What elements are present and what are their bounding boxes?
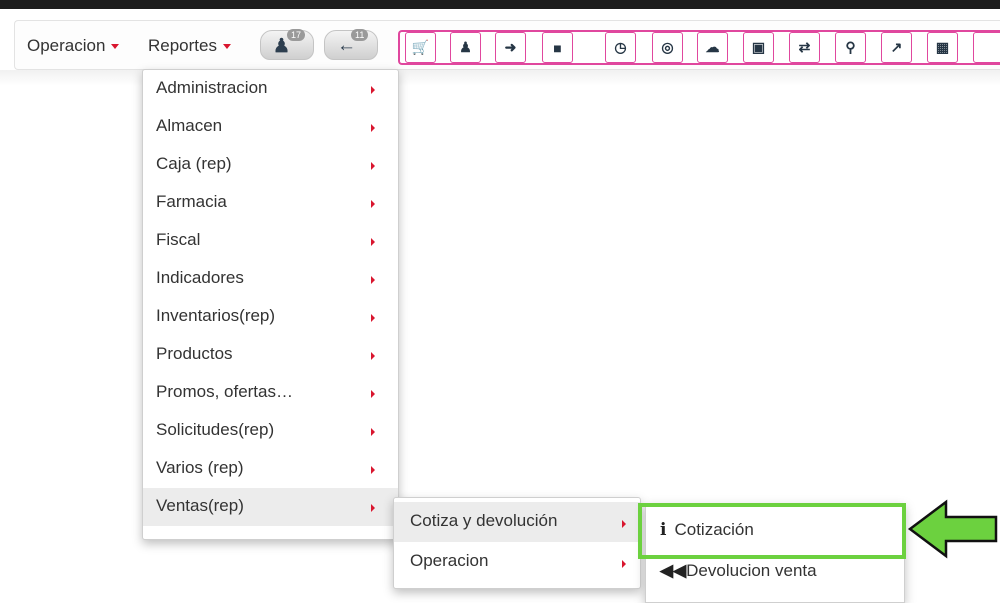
reportes-item-productos[interactable]: Productos bbox=[143, 336, 398, 374]
reportes-item-solicitudes[interactable]: Solicitudes(rep) bbox=[143, 412, 398, 450]
caret-right-icon bbox=[371, 390, 375, 398]
reportes-item-label: Promos, ofertas… bbox=[156, 382, 293, 401]
caret-right-icon bbox=[622, 520, 626, 528]
reportes-item-almacen[interactable]: Almacen bbox=[143, 108, 398, 146]
toolbar-more-icon[interactable] bbox=[973, 32, 1000, 63]
exchange-icon[interactable]: ⇄ bbox=[789, 32, 820, 63]
reportes-item-ventas[interactable]: Ventas(rep) bbox=[143, 488, 398, 526]
reportes-item-label: Almacen bbox=[156, 116, 223, 135]
cloud-upload-icon[interactable]: ☁ bbox=[697, 32, 728, 63]
caret-right-icon bbox=[371, 238, 375, 246]
ventas-item-label: Operacion bbox=[410, 551, 489, 570]
back-pill-button[interactable]: ← 11 bbox=[324, 29, 378, 60]
reportes-item-promos[interactable]: Promos, ofertas… bbox=[143, 374, 398, 412]
reportes-item-label: Caja (rep) bbox=[156, 154, 232, 173]
reportes-item-farmacia[interactable]: Farmacia bbox=[143, 184, 398, 222]
caret-right-icon bbox=[371, 200, 375, 208]
reportes-item-label: Fiscal bbox=[156, 230, 201, 249]
reportes-item-label: Ventas(rep) bbox=[156, 496, 244, 515]
user-icon[interactable]: ♟ bbox=[450, 32, 481, 63]
reportes-dropdown: Administracion Almacen Caja (rep) Farmac… bbox=[142, 69, 399, 540]
devolucion-label: Devolucion venta bbox=[686, 561, 817, 580]
menu-operacion-label: Operacion bbox=[27, 36, 106, 55]
devolucion-item[interactable]: ◀◀Devolucion venta bbox=[660, 561, 817, 581]
caret-right-icon bbox=[371, 162, 375, 170]
ventas-submenu: Cotiza y devolución Operacion bbox=[393, 497, 641, 589]
ventas-item-cotiza[interactable]: Cotiza y devolución bbox=[394, 502, 640, 542]
external-link-icon[interactable]: ↗ bbox=[881, 32, 912, 63]
reportes-item-indicadores[interactable]: Indicadores bbox=[143, 260, 398, 298]
menu-reportes-label: Reportes bbox=[148, 36, 217, 55]
reportes-item-caja[interactable]: Caja (rep) bbox=[143, 146, 398, 184]
cart-icon[interactable]: 🛒 bbox=[405, 32, 436, 63]
ventas-item-label: Cotiza y devolución bbox=[410, 511, 558, 530]
reportes-item-label: Solicitudes(rep) bbox=[156, 420, 275, 439]
reportes-item-label: Administracion bbox=[156, 78, 268, 97]
caret-right-icon bbox=[371, 86, 375, 94]
sign-in-icon[interactable]: ➜ bbox=[495, 32, 526, 63]
reportes-item-label: Varios (rep) bbox=[156, 458, 244, 477]
caret-right-icon bbox=[371, 466, 375, 474]
reportes-item-label: Inventarios(rep) bbox=[156, 306, 276, 325]
caret-down-icon bbox=[111, 44, 120, 50]
caret-right-icon bbox=[371, 124, 375, 132]
globe-icon[interactable]: ◎ bbox=[652, 32, 683, 63]
backward-icon: ◀◀ bbox=[660, 561, 687, 580]
left-arrow-annotation-icon bbox=[907, 499, 998, 559]
caret-right-icon bbox=[371, 314, 375, 322]
caret-right-icon bbox=[371, 428, 375, 436]
reportes-item-varios[interactable]: Varios (rep) bbox=[143, 450, 398, 488]
reportes-item-administracion[interactable]: Administracion bbox=[143, 70, 398, 108]
reportes-item-label: Indicadores bbox=[156, 268, 244, 287]
caret-right-icon bbox=[371, 504, 375, 512]
menu-reportes[interactable]: Reportes bbox=[148, 36, 231, 56]
image-icon[interactable]: ▦ bbox=[927, 32, 958, 63]
users-badge: 17 bbox=[287, 29, 306, 41]
building-icon[interactable]: ■ bbox=[542, 32, 573, 63]
caret-right-icon bbox=[371, 276, 375, 284]
truck-icon[interactable]: ▣ bbox=[743, 32, 774, 63]
clock-icon[interactable]: ◷ bbox=[605, 32, 636, 63]
caret-down-icon bbox=[222, 44, 231, 50]
ventas-item-operacion[interactable]: Operacion bbox=[394, 542, 640, 582]
reportes-item-label: Farmacia bbox=[156, 192, 227, 211]
caret-right-icon bbox=[622, 560, 626, 568]
menu-operacion[interactable]: Operacion bbox=[27, 36, 120, 56]
users-pill-button[interactable]: ♟ 17 bbox=[260, 29, 314, 60]
back-badge: 11 bbox=[351, 29, 369, 41]
reportes-item-label: Productos bbox=[156, 344, 233, 363]
reportes-item-fiscal[interactable]: Fiscal bbox=[143, 222, 398, 260]
cotizacion-highlight-box bbox=[638, 503, 906, 559]
reportes-item-inventarios[interactable]: Inventarios(rep) bbox=[143, 298, 398, 336]
caret-right-icon bbox=[371, 352, 375, 360]
top-bar bbox=[0, 0, 1000, 9]
map-marker-icon[interactable]: ⚲ bbox=[835, 32, 866, 63]
